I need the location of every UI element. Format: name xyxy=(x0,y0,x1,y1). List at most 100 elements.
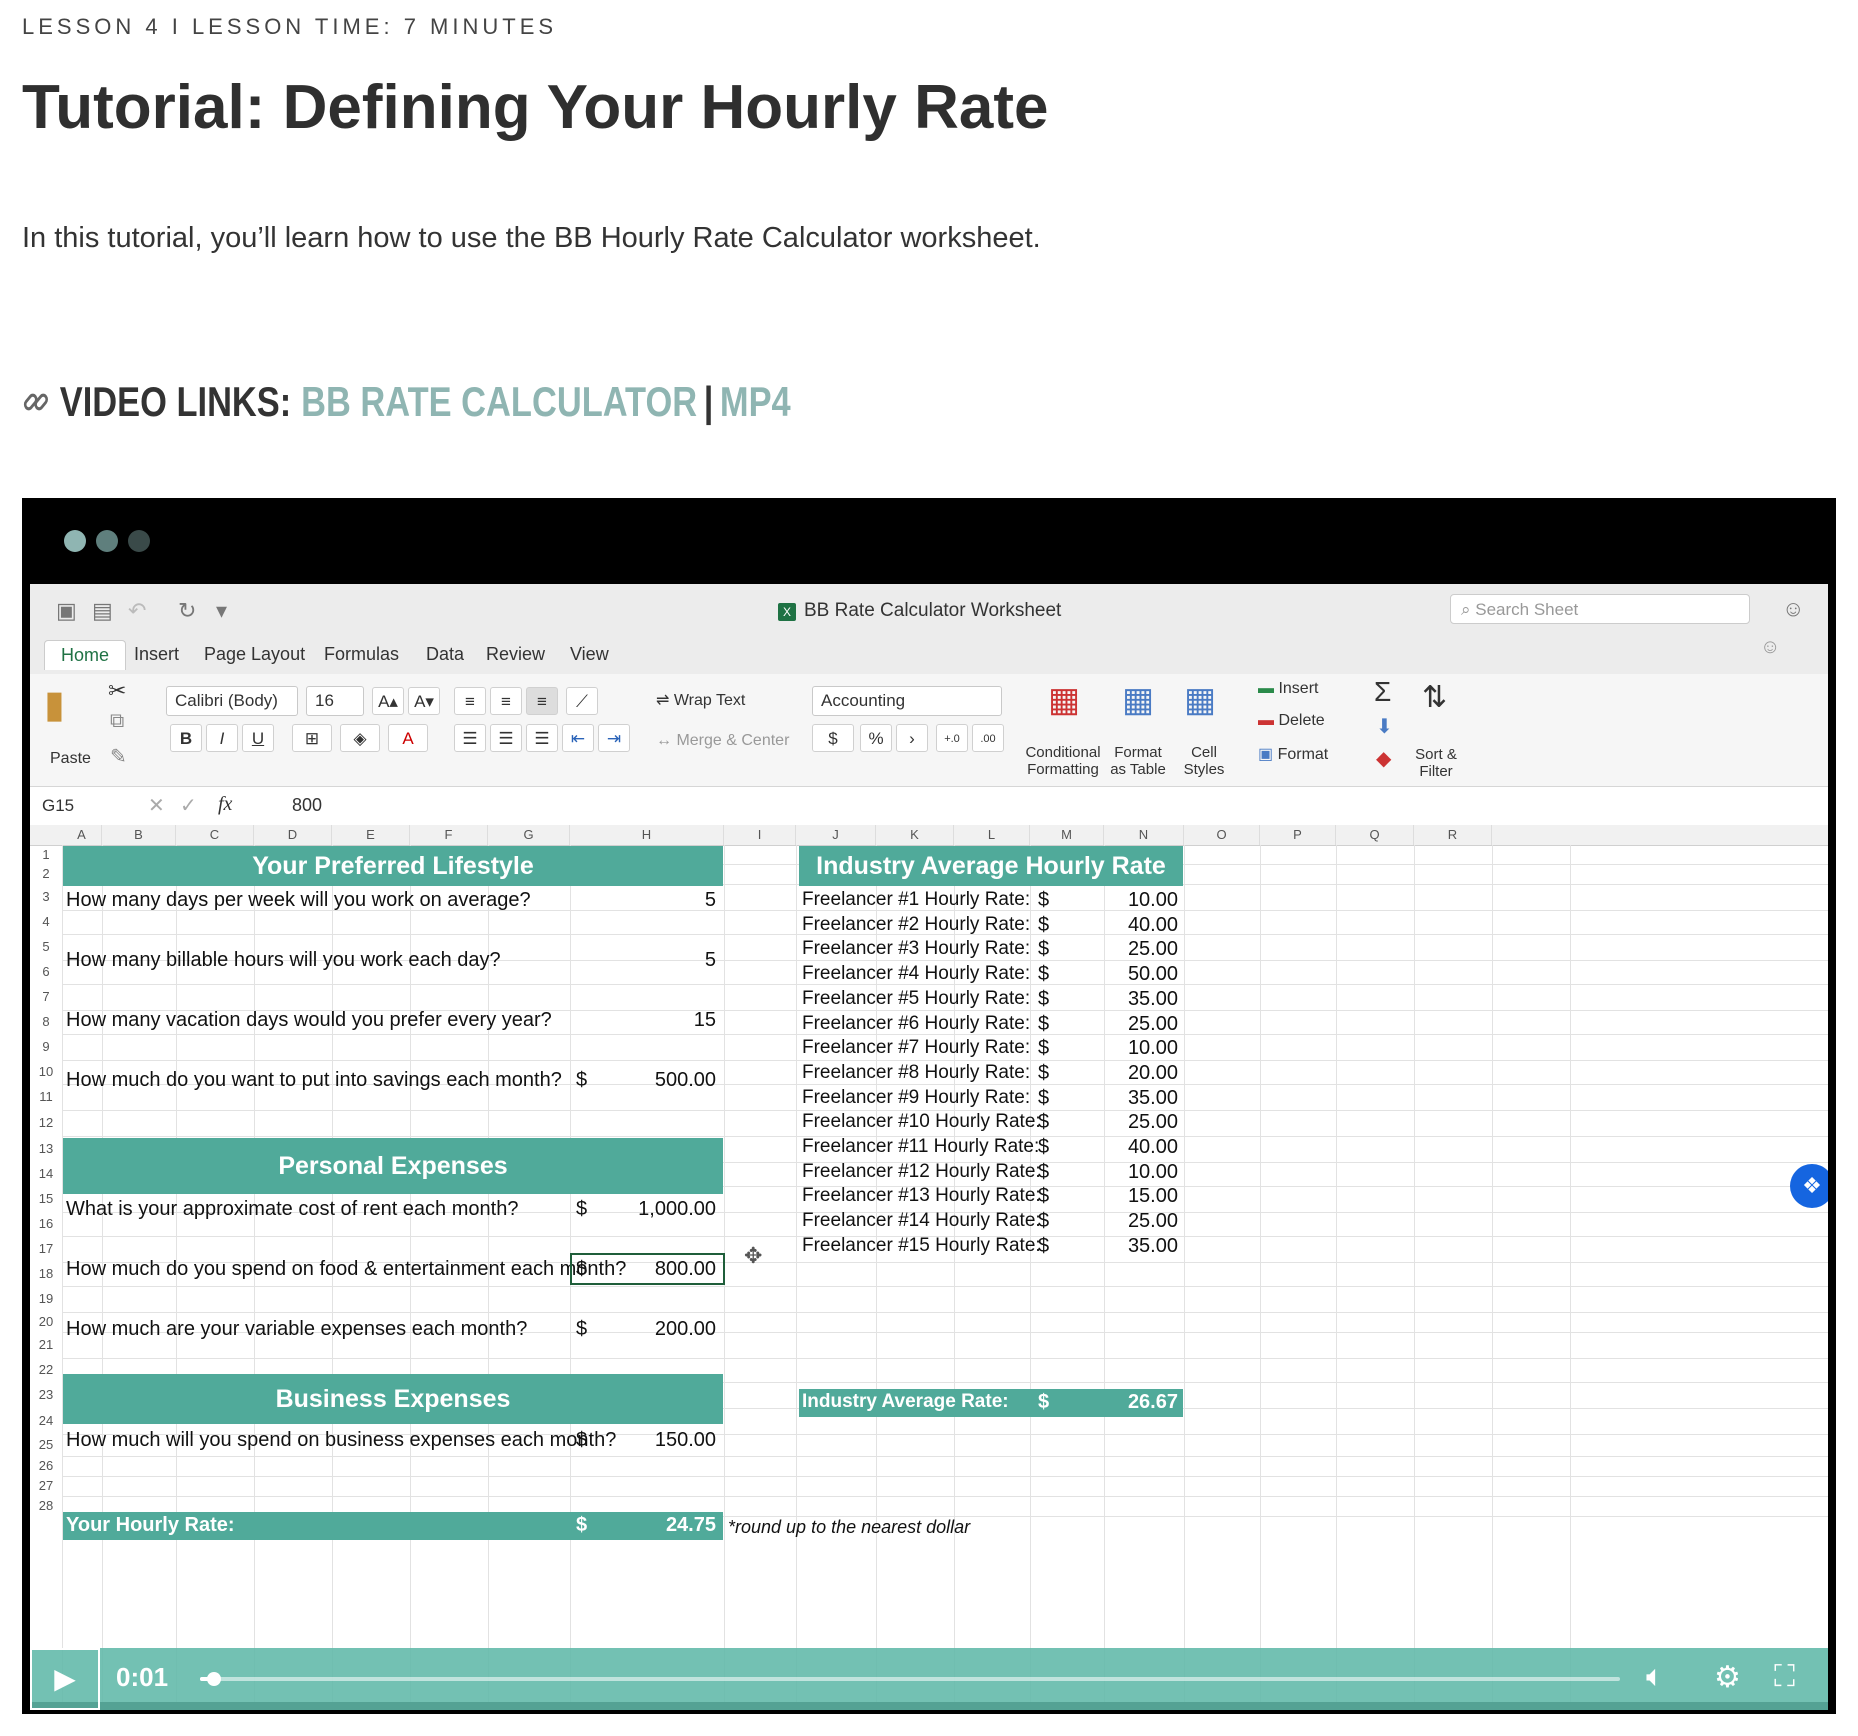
industry-rate-currency[interactable]: $ xyxy=(1038,1210,1049,1233)
industry-rate-value[interactable]: 10.00 xyxy=(1070,889,1178,912)
industry-rate-value[interactable]: 35.00 xyxy=(1070,1087,1178,1110)
row-header[interactable]: 14 xyxy=(30,1162,62,1186)
industry-rate-label[interactable]: Freelancer #4 Hourly Rate: xyxy=(802,963,1030,985)
row-header[interactable]: 15 xyxy=(30,1186,62,1212)
industry-rate-label[interactable]: Freelancer #12 Hourly Rate: xyxy=(802,1161,1041,1183)
row-header[interactable]: 7 xyxy=(30,984,62,1010)
tab-home[interactable]: Home xyxy=(44,640,127,670)
row-header[interactable]: 13 xyxy=(30,1136,62,1162)
align-center-button[interactable]: ☰ xyxy=(490,724,522,752)
format-cells-button[interactable]: ▣ Format xyxy=(1258,744,1328,764)
underline-button[interactable]: U xyxy=(242,724,274,752)
industry-rate-label[interactable]: Freelancer #1 Hourly Rate: xyxy=(802,889,1030,911)
industry-rate-label[interactable]: Freelancer #8 Hourly Rate: xyxy=(802,1062,1030,1084)
column-header[interactable]: B xyxy=(102,825,176,845)
volume-icon[interactable]: 🔈︎ xyxy=(1646,1660,1664,1694)
industry-rate-currency[interactable]: $ xyxy=(1038,889,1049,912)
row-header[interactable]: 18 xyxy=(30,1262,62,1286)
format-as-table-label[interactable]: Format as Table xyxy=(1106,744,1170,778)
q-savings[interactable]: How much do you want to put into savings… xyxy=(66,1069,562,1092)
row-header[interactable]: 26 xyxy=(30,1456,62,1476)
format-painter-icon[interactable]: ✎ xyxy=(110,744,127,769)
v-business[interactable]: 150.00 xyxy=(590,1429,716,1452)
paste-label[interactable]: Paste xyxy=(50,750,91,768)
column-header[interactable]: A xyxy=(62,825,102,845)
column-header[interactable]: J xyxy=(796,825,876,845)
align-bottom-button[interactable]: ≡ xyxy=(526,687,558,715)
tab-formulas[interactable]: Formulas xyxy=(324,644,399,665)
q-variable[interactable]: How much are your variable expenses each… xyxy=(66,1318,527,1341)
column-header[interactable]: D xyxy=(254,825,332,845)
industry-rate-currency[interactable]: $ xyxy=(1038,1062,1049,1085)
industry-rate-currency[interactable]: $ xyxy=(1038,914,1049,937)
industry-rate-currency[interactable]: $ xyxy=(1038,1087,1049,1110)
sidebar-icon[interactable]: ▣ xyxy=(56,598,77,624)
industry-rate-currency[interactable]: $ xyxy=(1038,1161,1049,1184)
dropbox-icon[interactable]: ❖ xyxy=(1790,1164,1828,1208)
variable-currency[interactable]: $ xyxy=(576,1318,587,1341)
q-vacation[interactable]: How many vacation days would you prefer … xyxy=(66,1009,552,1032)
row-header[interactable]: 21 xyxy=(30,1332,62,1358)
progress-track[interactable] xyxy=(200,1672,1620,1686)
industry-rate-value[interactable]: 25.00 xyxy=(1070,1111,1178,1134)
round-up-note[interactable]: *round up to the nearest dollar xyxy=(728,1517,970,1538)
industry-rate-value[interactable]: 25.00 xyxy=(1070,938,1178,961)
comma-button[interactable]: › xyxy=(896,724,928,752)
v-rent[interactable]: 1,000.00 xyxy=(590,1198,716,1221)
feedback-icon[interactable]: ☺ xyxy=(1760,636,1780,659)
industry-average-label[interactable]: Industry Average Rate: xyxy=(802,1391,1009,1413)
row-header[interactable]: 28 xyxy=(30,1496,62,1516)
cancel-icon[interactable]: ✕ xyxy=(148,793,165,818)
industry-average-value[interactable]: 26.67 xyxy=(1070,1391,1178,1414)
business-currency[interactable]: $ xyxy=(576,1429,587,1452)
column-header[interactable]: I xyxy=(724,825,796,845)
lifestyle-header[interactable]: Your Preferred Lifestyle xyxy=(63,846,723,886)
merge-center-button[interactable]: ↔ Merge & Center xyxy=(656,732,789,750)
tab-view[interactable]: View xyxy=(570,644,609,665)
industry-rate-currency[interactable]: $ xyxy=(1038,1136,1049,1159)
function-icon[interactable]: fx xyxy=(218,793,232,816)
row-header[interactable]: 22 xyxy=(30,1358,62,1382)
save-icon[interactable]: ▤ xyxy=(92,598,113,624)
currency-button[interactable]: $ xyxy=(812,724,854,752)
column-header[interactable]: L xyxy=(954,825,1030,845)
tab-page-layout[interactable]: Page Layout xyxy=(204,644,305,665)
row-header[interactable]: 2 xyxy=(30,864,62,884)
decrease-decimal-button[interactable]: .00 xyxy=(972,724,1004,752)
mp4-link[interactable]: MP4 xyxy=(720,378,791,426)
column-header[interactable]: M xyxy=(1030,825,1104,845)
row-header[interactable]: 9 xyxy=(30,1034,62,1060)
redo-icon[interactable]: ↻ xyxy=(178,598,196,624)
clear-icon[interactable]: ◆ xyxy=(1376,746,1391,771)
row-header[interactable]: 19 xyxy=(30,1286,62,1312)
video-player[interactable]: ▣ ▤ ↶ ↻ ▾ X BB Rate Calculator Worksheet … xyxy=(22,498,1836,1714)
industry-rate-value[interactable]: 40.00 xyxy=(1070,1136,1178,1159)
row-header[interactable]: 3 xyxy=(30,884,62,910)
italic-button[interactable]: I xyxy=(206,724,238,752)
industry-rate-currency[interactable]: $ xyxy=(1038,1013,1049,1036)
increase-font-button[interactable]: A▴ xyxy=(372,687,404,715)
font-size-select[interactable]: 16 xyxy=(306,686,364,716)
bb-rate-calculator-link[interactable]: BB RATE CALCULATOR xyxy=(301,378,697,426)
industry-rate-currency[interactable]: $ xyxy=(1038,938,1049,961)
tab-insert[interactable]: Insert xyxy=(134,644,179,665)
fill-icon[interactable]: ⬇ xyxy=(1376,714,1393,739)
business-expenses-header[interactable]: Business Expenses xyxy=(63,1374,723,1424)
industry-rate-value[interactable]: 10.00 xyxy=(1070,1161,1178,1184)
personal-expenses-header[interactable]: Personal Expenses xyxy=(63,1138,723,1194)
decrease-indent-button[interactable]: ⇤ xyxy=(562,724,594,752)
q-business[interactable]: How much will you spend on business expe… xyxy=(66,1429,616,1452)
paste-icon[interactable]: ▮ xyxy=(44,682,65,727)
search-sheet-input[interactable]: ⌕ Search Sheet xyxy=(1450,594,1750,624)
delete-cells-button[interactable]: ▬ Delete xyxy=(1258,712,1325,730)
column-header[interactable]: N xyxy=(1104,825,1184,845)
fullscreen-icon[interactable]: ⛶ xyxy=(1774,1660,1795,1694)
fill-color-button[interactable]: ◈ xyxy=(340,724,380,752)
industry-rate-label[interactable]: Freelancer #15 Hourly Rate: xyxy=(802,1235,1041,1257)
row-header[interactable]: 11 xyxy=(30,1084,62,1110)
hourly-rate-value[interactable]: 24.75 xyxy=(590,1514,716,1537)
enter-icon[interactable]: ✓ xyxy=(180,793,197,818)
customize-icon[interactable]: ▾ xyxy=(216,598,227,624)
font-name-select[interactable]: Calibri (Body) xyxy=(166,686,298,716)
hourly-rate-currency[interactable]: $ xyxy=(576,1514,587,1537)
